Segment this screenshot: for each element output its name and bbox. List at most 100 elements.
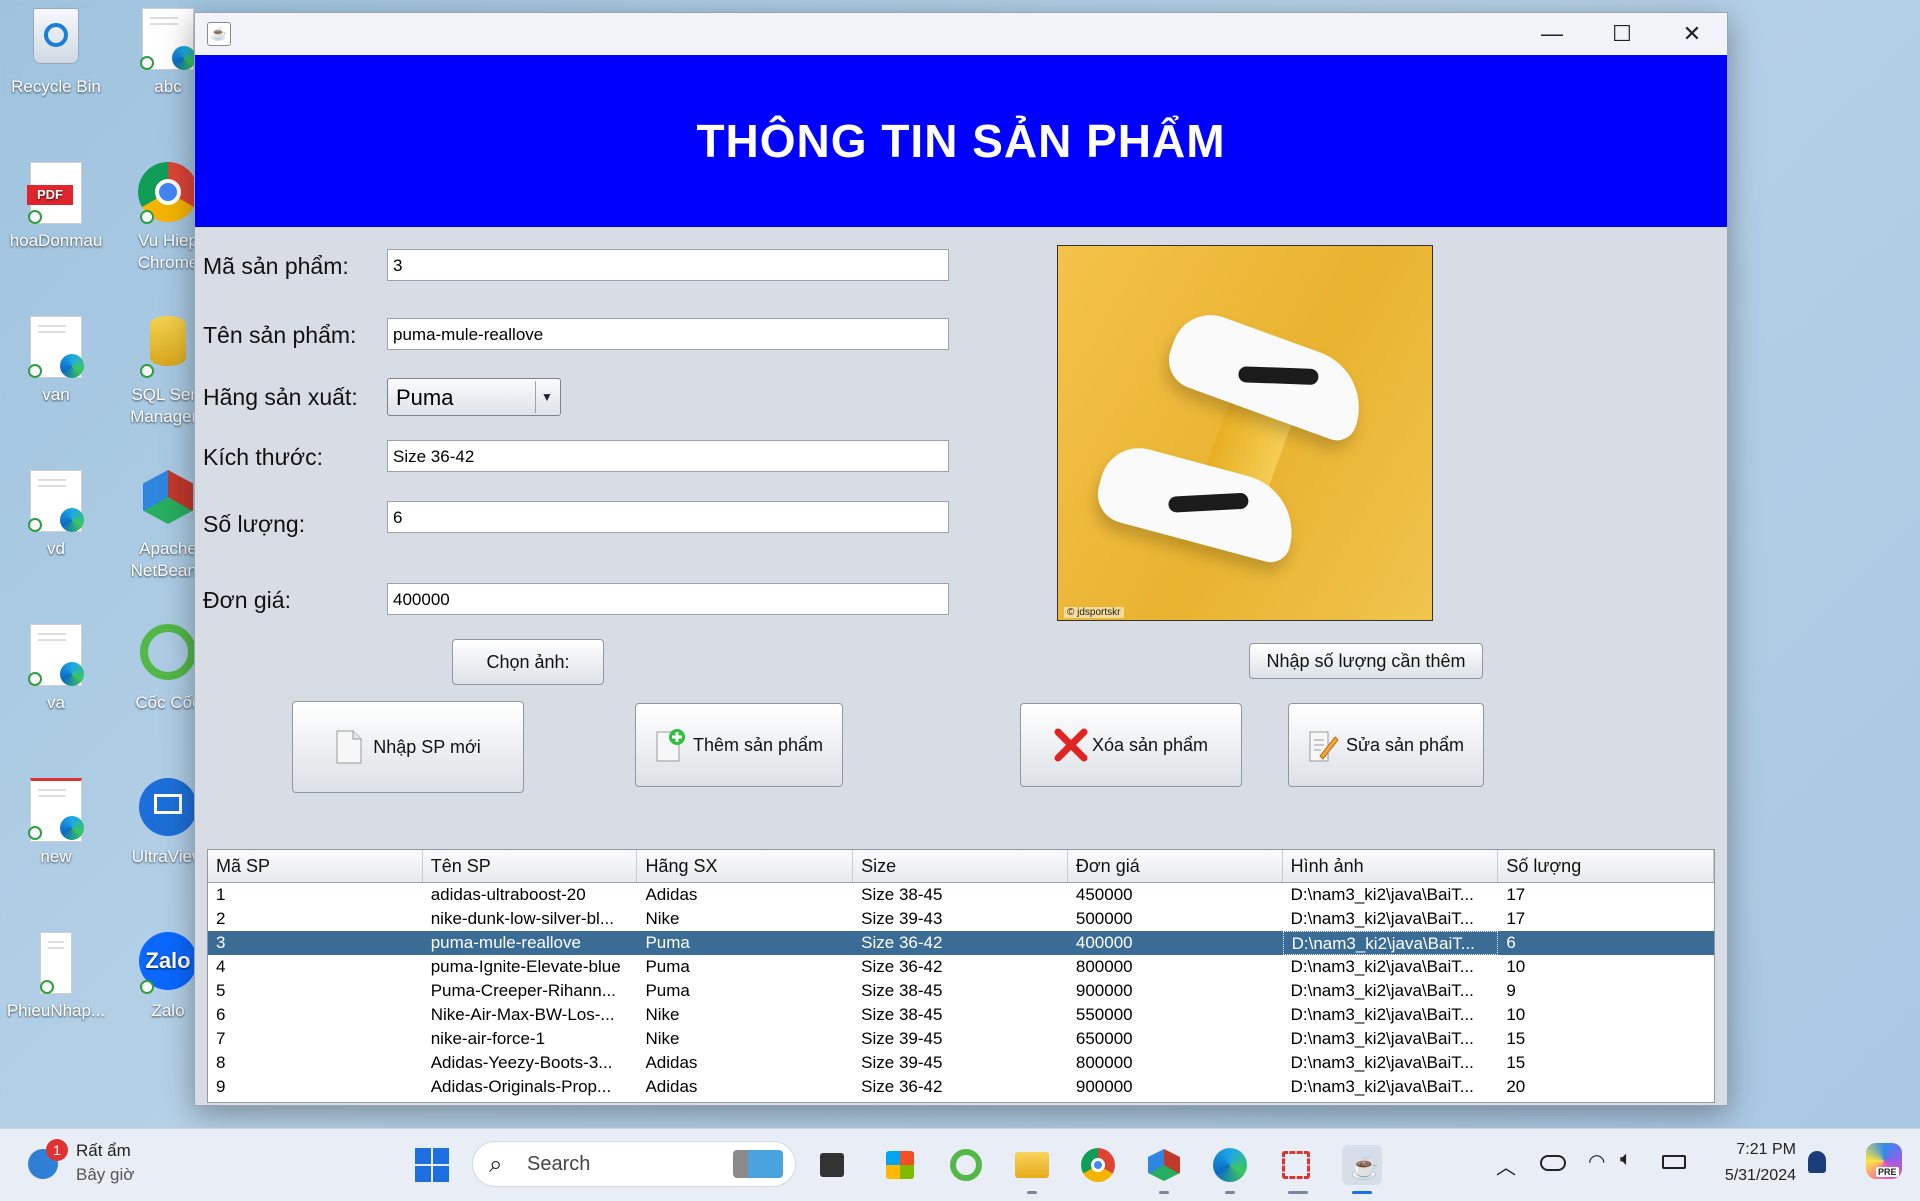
table-cell[interactable]: Size 36-42 — [853, 1075, 1068, 1099]
table-cell[interactable]: D:\nam3_ki2\java\BaiT... — [1283, 883, 1499, 907]
desktop-icon-hoadonmau[interactable]: PDF hoaDonmau — [0, 162, 112, 252]
table-cell[interactable]: 400000 — [1068, 931, 1283, 955]
table-cell[interactable]: 7 — [208, 1027, 423, 1051]
table-cell[interactable]: 15 — [1498, 1027, 1714, 1051]
clock-time[interactable]: 7:21 PM — [1736, 1141, 1796, 1159]
column-header[interactable]: Hình ảnh — [1283, 850, 1499, 882]
add-quantity-button[interactable]: Nhập số lượng cần thêm — [1249, 643, 1483, 679]
table-cell[interactable]: 10 — [1498, 955, 1714, 979]
choose-image-button[interactable]: Chọn ảnh: — [452, 639, 604, 685]
table-cell[interactable]: Size 36-42 — [853, 955, 1068, 979]
table-cell[interactable]: 800000 — [1068, 1051, 1283, 1075]
table-cell[interactable]: Nike — [637, 907, 853, 931]
table-cell[interactable]: puma-Ignite-Elevate-blue — [423, 955, 638, 979]
desktop-icon-va[interactable]: va — [0, 624, 112, 714]
table-cell[interactable]: Size 36-42 — [853, 931, 1068, 955]
table-cell[interactable]: 9 — [1498, 979, 1714, 1003]
table-cell[interactable]: 6 — [208, 1003, 423, 1027]
volume-icon[interactable]: 🔈︎ — [1620, 1148, 1632, 1171]
table-cell[interactable]: Size 38-45 — [853, 1003, 1068, 1027]
product-id-field[interactable]: 3 — [387, 249, 949, 281]
table-cell[interactable]: Puma — [637, 931, 853, 955]
desktop-icon-recycle-bin[interactable]: Recycle Bin — [0, 8, 112, 98]
onedrive-icon[interactable] — [1540, 1155, 1566, 1171]
java-taskbar-icon[interactable]: ☕ — [1342, 1145, 1382, 1185]
chrome-taskbar-icon[interactable] — [1078, 1145, 1118, 1185]
desktop-icon-new[interactable]: new — [0, 778, 112, 868]
start-button[interactable] — [412, 1145, 452, 1185]
table-cell[interactable]: Size 39-45 — [853, 1051, 1068, 1075]
table-cell[interactable]: 10 — [1498, 1003, 1714, 1027]
table-cell[interactable]: 5 — [208, 979, 423, 1003]
table-cell[interactable]: D:\nam3_ki2\java\BaiT... — [1282, 931, 1499, 955]
table-cell[interactable]: D:\nam3_ki2\java\BaiT... — [1283, 907, 1499, 931]
task-view-icon[interactable] — [812, 1145, 852, 1185]
table-cell[interactable]: puma-mule-reallove — [423, 931, 638, 955]
table-cell[interactable]: D:\nam3_ki2\java\BaiT... — [1283, 1051, 1499, 1075]
price-field[interactable]: 400000 — [387, 583, 949, 615]
table-cell[interactable]: D:\nam3_ki2\java\BaiT... — [1283, 979, 1499, 1003]
table-cell[interactable]: Adidas-Yeezy-Boots-3... — [423, 1051, 638, 1075]
minimize-button[interactable]: — — [1517, 13, 1587, 55]
table-cell[interactable]: 800000 — [1068, 955, 1283, 979]
table-row[interactable]: 6 Nike-Air-Max-BW-Los-... Nike Size 38-45 55… — [208, 1003, 1714, 1027]
battery-icon[interactable] — [1662, 1155, 1686, 1169]
column-header[interactable]: Size — [853, 850, 1068, 882]
table-cell[interactable]: 550000 — [1068, 1003, 1283, 1027]
size-field[interactable]: Size 36-42 — [387, 440, 949, 472]
table-row[interactable]: 2 nike-dunk-low-silver-bl... Nike Size 39-4… — [208, 907, 1714, 931]
copilot-icon[interactable]: PRE — [1866, 1143, 1902, 1179]
table-cell[interactable]: Adidas — [637, 883, 853, 907]
table-cell[interactable]: Size 39-43 — [853, 907, 1068, 931]
table-cell[interactable]: 9 — [208, 1075, 423, 1099]
show-hidden-icons[interactable]: ︿ — [1496, 1151, 1516, 1180]
table-cell[interactable]: 500000 — [1068, 907, 1283, 931]
table-cell[interactable]: 6 — [1498, 931, 1714, 955]
table-row[interactable]: 1 adidas-ultraboost-20 Adidas Size 38-45 450… — [208, 883, 1714, 907]
wifi-icon[interactable]: ◠ — [1588, 1149, 1605, 1174]
table-cell[interactable]: 4 — [208, 955, 423, 979]
table-cell[interactable]: 3 — [208, 931, 423, 955]
table-row[interactable]: 7 nike-air-force-1 Nike Size 39-45 650000 D:\… — [208, 1027, 1714, 1051]
table-cell[interactable]: Puma — [637, 979, 853, 1003]
column-header[interactable]: Đơn giá — [1068, 850, 1283, 882]
snipping-tool-icon[interactable] — [1276, 1145, 1316, 1185]
table-cell[interactable]: Puma-Creeper-Rihann... — [423, 979, 638, 1003]
coccoc-taskbar-icon[interactable] — [946, 1145, 986, 1185]
quantity-field[interactable]: 6 — [387, 501, 949, 533]
desktop-icon-vd[interactable]: vd — [0, 470, 112, 560]
table-cell[interactable]: Nike — [637, 1027, 853, 1051]
edge-taskbar-icon[interactable] — [1210, 1145, 1250, 1185]
title-bar[interactable]: ☕ — ☐ ✕ — [195, 13, 1727, 55]
table-cell[interactable]: 17 — [1498, 907, 1714, 931]
notification-bell-icon[interactable] — [1808, 1151, 1826, 1173]
table-cell[interactable]: D:\nam3_ki2\java\BaiT... — [1283, 1003, 1499, 1027]
table-cell[interactable]: Adidas — [637, 1051, 853, 1075]
table-cell[interactable]: Nike — [637, 1003, 853, 1027]
column-header[interactable]: Hãng SX — [637, 850, 854, 882]
table-cell[interactable]: Adidas-Originals-Prop... — [423, 1075, 638, 1099]
table-cell[interactable]: Size 38-45 — [853, 979, 1068, 1003]
close-button[interactable]: ✕ — [1657, 13, 1727, 55]
table-cell[interactable]: 8 — [208, 1051, 423, 1075]
table-cell[interactable]: 900000 — [1068, 1075, 1283, 1099]
manufacturer-select[interactable]: Puma ▼ — [387, 378, 561, 416]
table-row[interactable]: 9 Adidas-Originals-Prop... Adidas Size 36-4… — [208, 1075, 1714, 1099]
table-row[interactable]: 8 Adidas-Yeezy-Boots-3... Adidas Size 39-45… — [208, 1051, 1714, 1075]
table-cell[interactable]: 20 — [1498, 1075, 1714, 1099]
maximize-button[interactable]: ☐ — [1587, 13, 1657, 55]
table-cell[interactable]: 2 — [208, 907, 423, 931]
table-cell[interactable]: D:\nam3_ki2\java\BaiT... — [1283, 1027, 1499, 1051]
table-cell[interactable]: 450000 — [1068, 883, 1283, 907]
table-cell[interactable]: Puma — [637, 955, 853, 979]
taskbar-search[interactable]: ⌕ Search — [472, 1141, 796, 1187]
table-row[interactable]: 4 puma-Ignite-Elevate-blue Puma Size 36-42 8… — [208, 955, 1714, 979]
new-product-button[interactable]: Nhập SP mới — [292, 701, 524, 793]
desktop-icon-phieunhap[interactable]: PhieuNhap... — [0, 932, 112, 1022]
table-cell[interactable]: D:\nam3_ki2\java\BaiT... — [1283, 1075, 1499, 1099]
table-cell[interactable]: nike-air-force-1 — [423, 1027, 638, 1051]
table-cell[interactable]: Size 39-45 — [853, 1027, 1068, 1051]
table-row[interactable]: 5 Puma-Creeper-Rihann... Puma Size 38-45 900… — [208, 979, 1714, 1003]
table-cell[interactable]: 900000 — [1068, 979, 1283, 1003]
table-cell[interactable]: 1 — [208, 883, 423, 907]
